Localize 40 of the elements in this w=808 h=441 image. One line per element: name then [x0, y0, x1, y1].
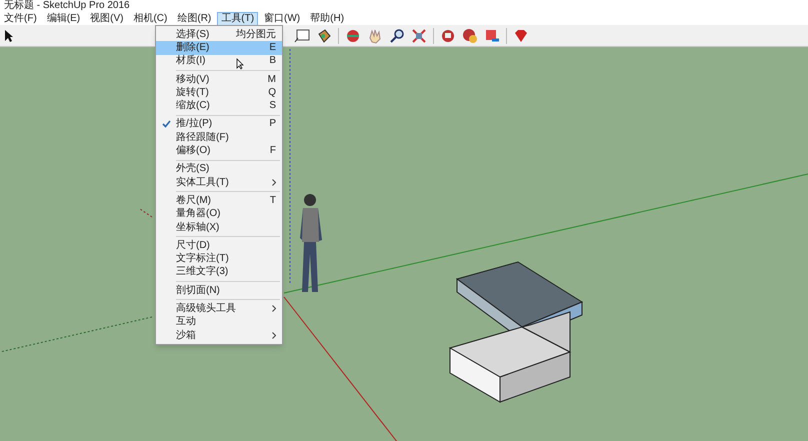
- menu-item[interactable]: 外壳(S): [156, 162, 282, 176]
- menu-item[interactable]: 沙箱: [156, 328, 282, 342]
- menu-item[interactable]: 文字标注(T): [156, 252, 282, 266]
- menu-item[interactable]: 三维文字(3): [156, 266, 282, 280]
- paint-bucket-icon[interactable]: [316, 28, 332, 44]
- menu-item[interactable]: 相机(C): [129, 12, 172, 26]
- menu-item[interactable]: 实体工具(T): [156, 176, 282, 190]
- orbit-icon[interactable]: [345, 28, 361, 44]
- mouse-cursor-icon: [236, 58, 244, 70]
- menu-item[interactable]: 删除(E) E: [156, 41, 282, 55]
- menu-item[interactable]: 卷尺(M) T: [156, 194, 282, 208]
- zoom-extents-icon[interactable]: [411, 28, 427, 44]
- zoom-icon[interactable]: [389, 28, 405, 44]
- menu-item[interactable]: 编辑(E): [42, 12, 84, 26]
- menu-item[interactable]: 剖切面(N): [156, 284, 282, 298]
- menu-item[interactable]: 移动(V) M: [156, 72, 282, 86]
- window-title: 无标题 - SketchUp Pro 2016: [0, 0, 808, 12]
- menu-item[interactable]: 材质(I) B: [156, 54, 282, 68]
- menu-item[interactable]: 旋转(T) Q: [156, 86, 282, 100]
- menu-item[interactable]: 工具(T): [217, 12, 258, 26]
- menu-item[interactable]: 尺寸(D): [156, 239, 282, 252]
- menu-item[interactable]: 量角器(O): [156, 208, 282, 221]
- menu-item[interactable]: 绘图(R): [173, 12, 216, 26]
- menu-item[interactable]: 窗口(W): [260, 12, 304, 26]
- menu-item[interactable]: 推/拉(P) P: [156, 118, 282, 132]
- menu-item[interactable]: 坐标轴(X): [156, 220, 282, 234]
- menu-item[interactable]: 帮助(H): [306, 12, 348, 26]
- text-label-icon[interactable]: [294, 28, 310, 44]
- axis-line: [140, 208, 152, 218]
- menu-item[interactable]: 路径跟随(F): [156, 131, 282, 144]
- menu-item[interactable]: 互动: [156, 316, 282, 329]
- menu-item[interactable]: 缩放(C) S: [156, 99, 282, 113]
- menu-item[interactable]: 高级镜头工具: [156, 302, 282, 316]
- select-arrow-icon[interactable]: [4, 28, 14, 42]
- menu-item[interactable]: 视图(V): [86, 12, 128, 26]
- menu-item[interactable]: 选择(S) 均分图元: [156, 28, 282, 42]
- menu-item[interactable]: 文件(F): [0, 12, 41, 26]
- menu-item[interactable]: 偏移(O) F: [156, 144, 282, 158]
- gem-icon[interactable]: [513, 28, 529, 44]
- hand-icon[interactable]: [367, 28, 383, 44]
